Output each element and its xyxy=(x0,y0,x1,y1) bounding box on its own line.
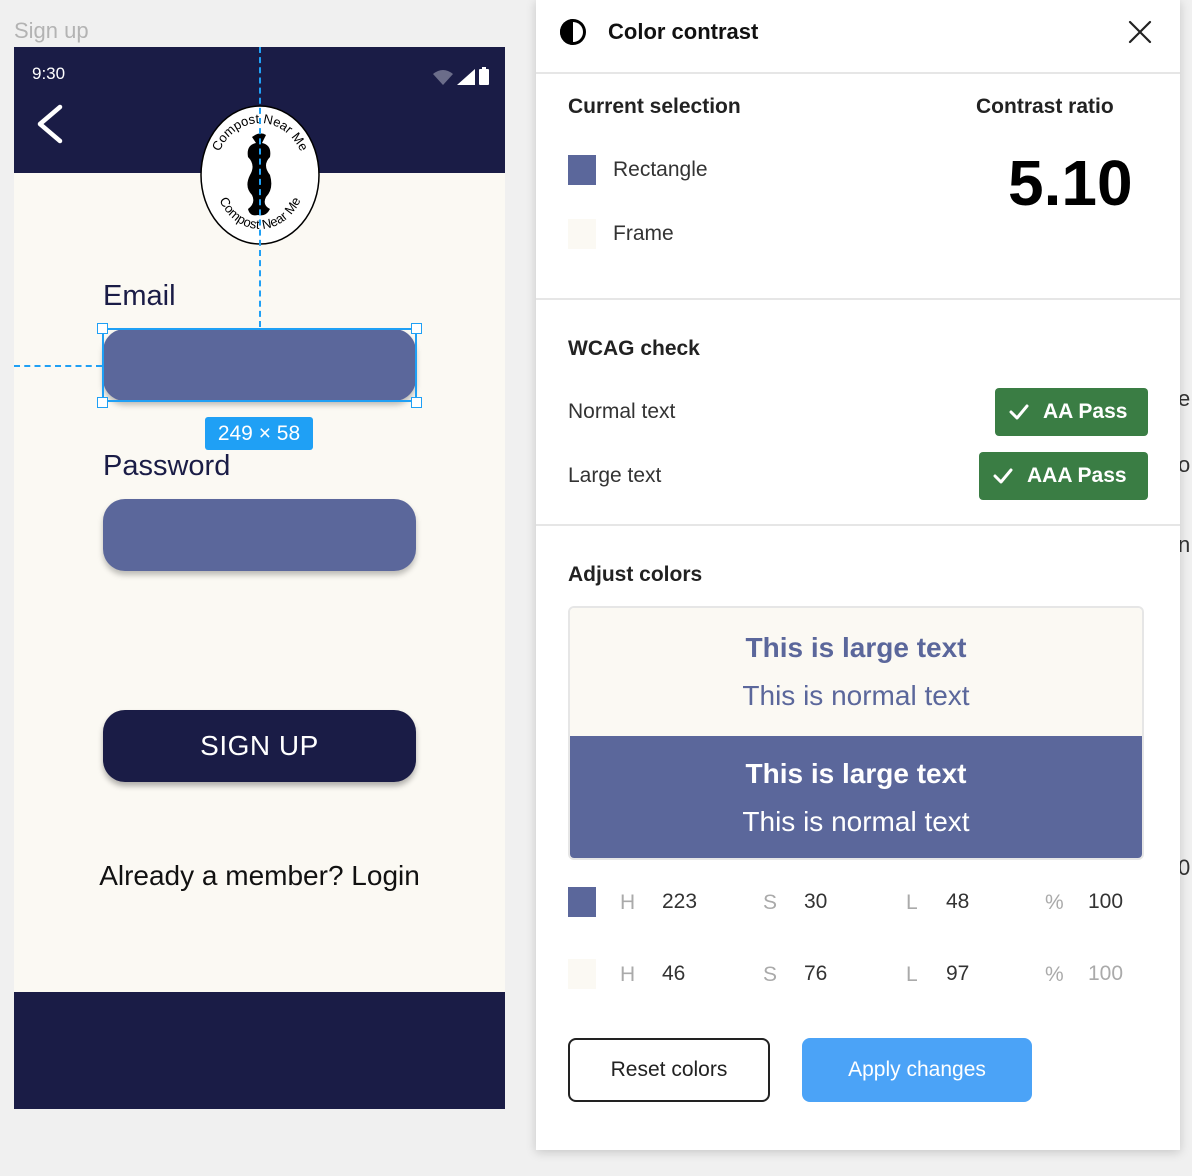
measure-guide-vertical xyxy=(259,47,261,327)
aa-pass-text: AA Pass xyxy=(1043,400,1128,423)
password-label: Password xyxy=(103,450,231,482)
resize-handle-bottom-left[interactable] xyxy=(97,397,108,408)
preview-normal-text: This is normal text xyxy=(742,806,970,837)
preview-large-text: This is large text xyxy=(745,758,967,789)
contrast-ratio-value: 5.10 xyxy=(1008,147,1133,219)
foreground-swatch[interactable] xyxy=(568,887,596,917)
lightness-label: L xyxy=(906,963,918,986)
preview-light: This is large text This is normal text xyxy=(570,608,1142,736)
wcag-heading: WCAG check xyxy=(568,337,700,360)
rectangle-swatch xyxy=(568,155,596,185)
lightness-input[interactable]: 97 xyxy=(946,962,969,986)
hue-label: H xyxy=(620,891,636,914)
current-selection-heading: Current selection xyxy=(568,95,741,118)
aaa-pass-badge: AAA Pass xyxy=(979,452,1148,500)
preview-normal-text: This is normal text xyxy=(742,680,970,711)
aa-pass-badge: AA Pass xyxy=(995,388,1148,436)
checkmark-icon xyxy=(1009,404,1029,420)
signup-button[interactable]: SIGN UP xyxy=(103,710,416,782)
contrast-preview: This is large text This is normal text T… xyxy=(568,606,1144,860)
alpha-label: % xyxy=(1045,891,1064,914)
saturation-input[interactable]: 76 xyxy=(804,962,827,986)
aaa-pass-text: AAA Pass xyxy=(1027,464,1127,487)
apply-changes-button[interactable]: Apply changes xyxy=(802,1038,1032,1102)
background-swatch[interactable] xyxy=(568,959,596,989)
status-time: 9:30 xyxy=(32,64,66,83)
measure-guide-horizontal xyxy=(14,365,102,367)
contrast-ratio-heading: Contrast ratio xyxy=(976,95,1114,118)
reset-colors-button[interactable]: Reset colors xyxy=(568,1038,770,1102)
contrast-icon xyxy=(560,19,586,45)
hue-input[interactable]: 223 xyxy=(662,890,697,914)
saturation-input[interactable]: 30 xyxy=(804,890,827,914)
footer-bar xyxy=(14,992,505,1109)
frame-swatch xyxy=(568,219,596,249)
preview-large-text: This is large text xyxy=(745,632,967,663)
normal-text-label: Normal text xyxy=(568,400,676,423)
signal-icon xyxy=(457,69,475,85)
large-text-label: Large text xyxy=(568,464,662,487)
color-contrast-panel: Color contrast Current selection Contras… xyxy=(536,0,1180,1150)
layer-frame: Frame xyxy=(613,222,674,245)
password-field[interactable] xyxy=(103,499,416,571)
close-icon[interactable] xyxy=(1126,18,1154,46)
selection-outline[interactable] xyxy=(102,328,417,402)
saturation-label: S xyxy=(763,963,778,986)
login-link[interactable]: Already a member? Login xyxy=(14,860,505,892)
alpha-label: % xyxy=(1045,963,1064,986)
resize-handle-bottom-right[interactable] xyxy=(411,397,422,408)
resize-handle-top-left[interactable] xyxy=(97,323,108,334)
lightness-input[interactable]: 48 xyxy=(946,890,969,914)
checkmark-icon xyxy=(993,468,1013,484)
foreground-color-row: H 223 S 30 L 48 % 100 xyxy=(568,885,1148,925)
divider xyxy=(536,298,1180,300)
layer-rectangle: Rectangle xyxy=(613,158,708,181)
saturation-label: S xyxy=(763,891,778,914)
alpha-input[interactable]: 100 xyxy=(1088,890,1123,914)
hue-label: H xyxy=(620,963,636,986)
hue-input[interactable]: 46 xyxy=(662,962,685,986)
email-label: Email xyxy=(103,280,176,312)
wifi-icon xyxy=(433,70,453,85)
back-arrow-icon[interactable] xyxy=(32,103,72,145)
adjust-colors-heading: Adjust colors xyxy=(568,563,703,586)
lightness-label: L xyxy=(906,891,918,914)
resize-handle-top-right[interactable] xyxy=(411,323,422,334)
selection-size-badge: 249 × 58 xyxy=(205,417,313,450)
alpha-input[interactable]: 100 xyxy=(1088,962,1123,986)
panel-header: Color contrast xyxy=(536,0,1180,74)
frame-label[interactable]: Sign up xyxy=(14,18,89,44)
panel-title: Color contrast xyxy=(608,19,759,44)
preview-dark: This is large text This is normal text xyxy=(570,736,1142,858)
battery-icon xyxy=(479,67,489,85)
status-icons xyxy=(433,67,489,85)
background-color-row: H 46 S 76 L 97 % 100 xyxy=(568,957,1148,997)
divider xyxy=(536,524,1180,526)
